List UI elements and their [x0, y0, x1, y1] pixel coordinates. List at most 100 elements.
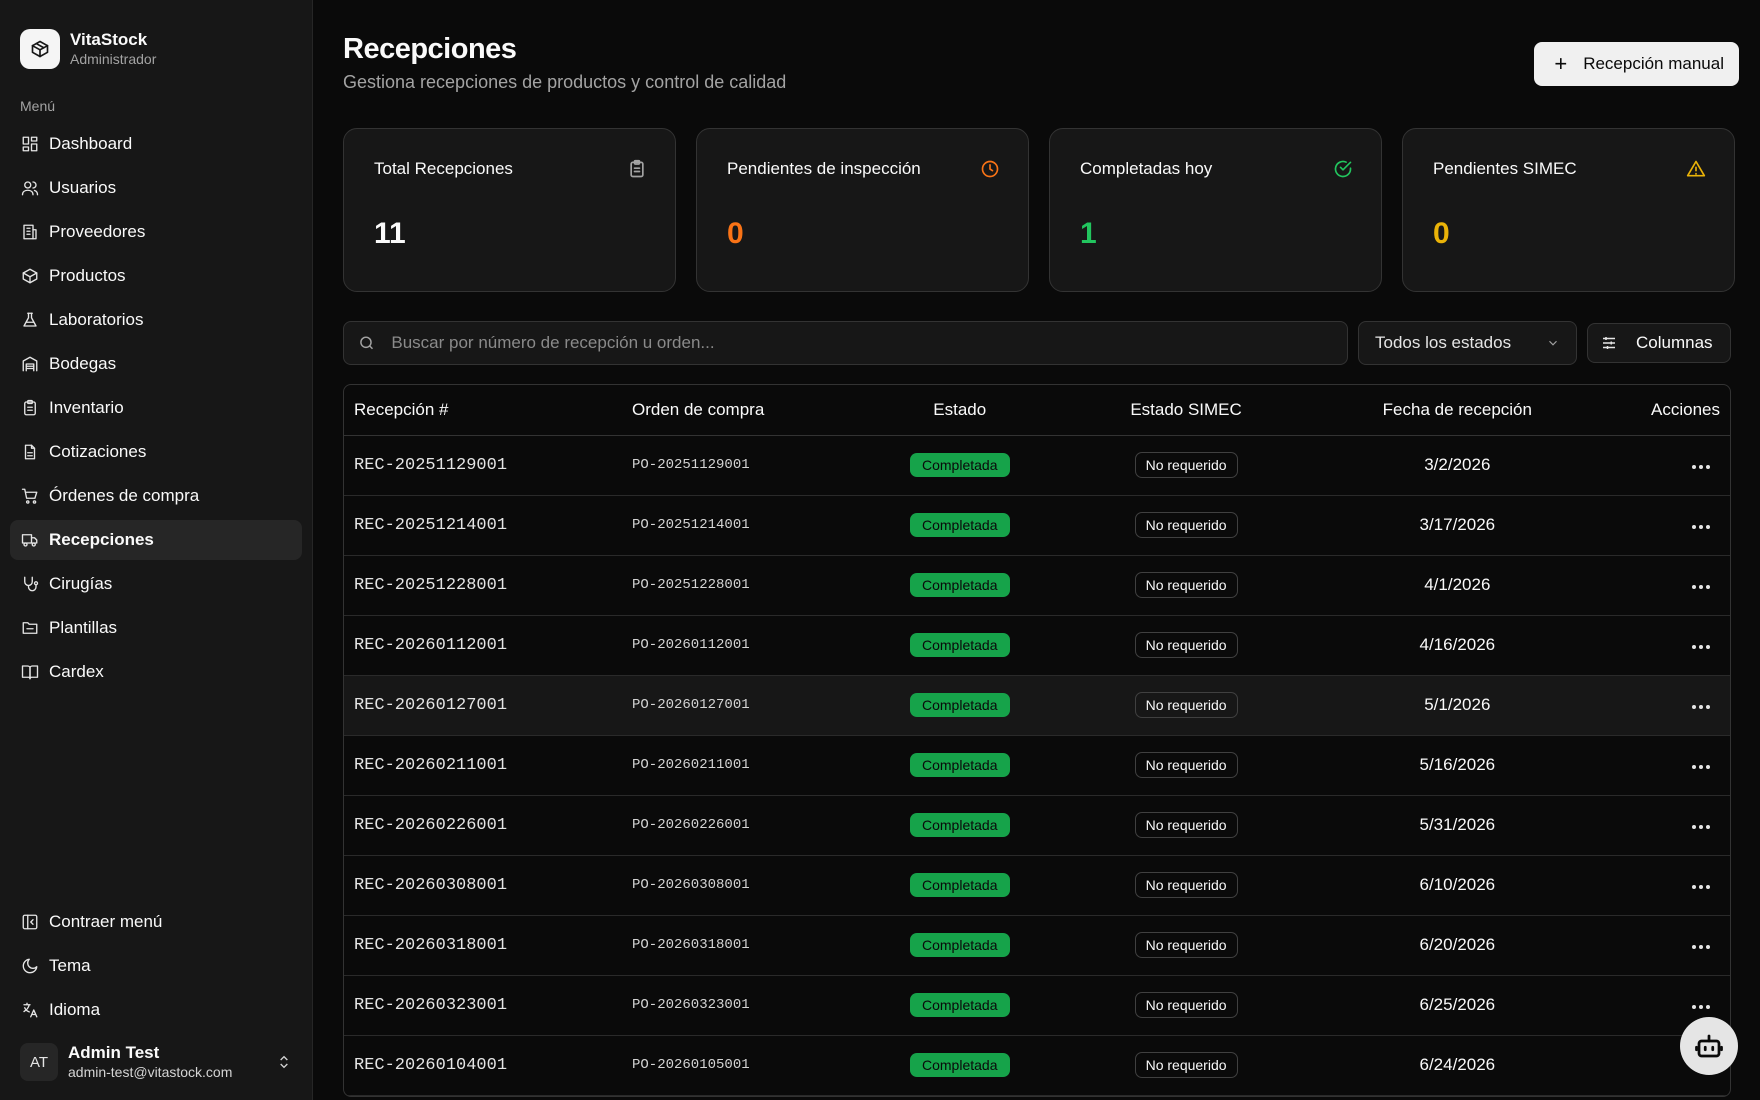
more-actions-icon[interactable]: [1692, 585, 1710, 589]
user-menu[interactable]: AT Admin Test admin-test@vitastock.com: [10, 1034, 302, 1090]
sidebar-item-proveedores[interactable]: Proveedores: [10, 212, 302, 252]
simec-status-badge: No requerido: [1134, 992, 1238, 1018]
table-row[interactable]: REC-20260112001 PO-20260112001 Completada N…: [344, 615, 1730, 676]
sidebar-item-label: Órdenes de compra: [49, 486, 200, 505]
reception-date: 5/1/2026: [1304, 675, 1610, 736]
stat-value: 0: [727, 217, 744, 250]
sidebar-item-label: Proveedores: [49, 222, 146, 241]
sidebar: VitaStock Administrador Menú Dashboard U…: [0, 0, 313, 1100]
table-row[interactable]: REC-20260104001 PO-20260105001 Completada N…: [344, 1035, 1730, 1096]
package-icon: [20, 266, 40, 286]
purchase-order-number: PO-20251129001: [622, 435, 852, 496]
reception-number: REC-20260308001: [344, 855, 622, 916]
stats-cards: Total Recepciones 11 Pendientes de inspe…: [343, 128, 1739, 292]
stat-card-pending-inspection: Pendientes de inspección 0: [696, 128, 1029, 292]
manual-reception-button[interactable]: + Recepción manual: [1534, 42, 1739, 86]
theme-button[interactable]: Tema: [10, 946, 302, 986]
sidebar-item-productos[interactable]: Productos: [10, 256, 302, 296]
stat-card-completed-today: Completadas hoy 1: [1049, 128, 1382, 292]
purchase-order-number: PO-20260105001: [622, 1035, 852, 1096]
table-row[interactable]: REC-20251228001 PO-20251228001 Completada N…: [344, 555, 1730, 616]
stat-title: Total Recepciones: [374, 159, 513, 178]
search-icon: [360, 336, 374, 350]
chevron-down-icon: [1549, 340, 1557, 346]
sidebar-item-plantillas[interactable]: Plantillas: [10, 608, 302, 648]
reception-number: REC-20260211001: [344, 735, 622, 796]
search-input[interactable]: [391, 333, 1333, 353]
table-row[interactable]: REC-20260226001 PO-20260226001 Completada N…: [344, 795, 1730, 856]
simec-status-badge: No requerido: [1134, 1052, 1238, 1078]
more-actions-icon[interactable]: [1692, 765, 1710, 769]
sidebar-item-label: Cirugías: [49, 574, 113, 593]
stat-card-pending-simec: Pendientes SIMEC 0: [1402, 128, 1735, 292]
more-actions-icon[interactable]: [1692, 825, 1710, 829]
sidebar-item-cotizaciones[interactable]: Cotizaciones: [10, 432, 302, 472]
status-filter-select[interactable]: Todos los estados: [1358, 321, 1577, 365]
col-header-date[interactable]: Fecha de recepción: [1304, 385, 1610, 436]
columns-button[interactable]: Columnas: [1587, 323, 1731, 363]
col-header-po[interactable]: Orden de compra: [622, 385, 852, 436]
language-button[interactable]: Idioma: [10, 990, 302, 1030]
sidebar-item-label: Bodegas: [49, 354, 117, 373]
logo-icon: [20, 28, 60, 69]
users-icon: [20, 178, 40, 198]
sidebar-nav: Dashboard Usuarios Proveedores Productos…: [0, 124, 312, 696]
status-badge: Completada: [910, 753, 1010, 777]
status-badge: Completada: [910, 993, 1010, 1017]
warning-icon: [1686, 159, 1706, 179]
more-actions-icon[interactable]: [1692, 1005, 1710, 1009]
sidebar-item-label: Plantillas: [49, 618, 118, 637]
simec-status-badge: No requerido: [1134, 632, 1238, 658]
assistant-bot-button[interactable]: [1680, 1017, 1738, 1075]
reception-number: REC-20260112001: [344, 615, 622, 676]
reception-date: 6/10/2026: [1304, 855, 1610, 916]
col-header-actions: Acciones: [1610, 385, 1730, 436]
collapse-menu-button[interactable]: Contraer menú: [10, 902, 302, 942]
reception-date: 6/24/2026: [1304, 1035, 1610, 1096]
reception-number: REC-20260318001: [344, 915, 622, 976]
more-actions-icon[interactable]: [1692, 645, 1710, 649]
clipboard-icon: [20, 398, 40, 418]
sidebar-item-bodegas[interactable]: Bodegas: [10, 344, 302, 384]
clock-icon: [980, 159, 1000, 179]
col-header-status[interactable]: Estado: [852, 385, 1068, 436]
file-icon: [20, 442, 40, 462]
sidebar-item-recepciones[interactable]: Recepciones: [10, 520, 302, 560]
page-subtitle: Gestiona recepciones de productos y cont…: [343, 72, 787, 92]
reception-number: REC-20260104001: [344, 1035, 622, 1096]
col-header-reception[interactable]: Recepción #: [344, 385, 622, 436]
table-row[interactable]: REC-20260127001 PO-20260127001 Completada N…: [344, 675, 1730, 736]
book-icon: [20, 662, 40, 682]
more-actions-icon[interactable]: [1692, 885, 1710, 889]
sidebar-item-inventario[interactable]: Inventario: [10, 388, 302, 428]
purchase-order-number: PO-20251228001: [622, 555, 852, 616]
sidebar-item-cardex[interactable]: Cardex: [10, 652, 302, 692]
sidebar-item-ordenes[interactable]: Órdenes de compra: [10, 476, 302, 516]
chevrons-up-down-icon: [276, 1054, 292, 1070]
table-row[interactable]: REC-20260318001 PO-20260318001 Completada N…: [344, 915, 1730, 976]
col-header-simec[interactable]: Estado SIMEC: [1067, 385, 1305, 436]
search-box[interactable]: [343, 321, 1348, 365]
table-row[interactable]: REC-20251129001 PO-20251129001 Completada N…: [344, 435, 1730, 496]
more-actions-icon[interactable]: [1692, 945, 1710, 949]
table-row[interactable]: REC-20251214001 PO-20251214001 Completada N…: [344, 495, 1730, 556]
more-actions-icon[interactable]: [1692, 465, 1710, 469]
moon-icon: [20, 956, 40, 976]
brand[interactable]: VitaStock Administrador: [0, 0, 312, 78]
table-row[interactable]: REC-20260211001 PO-20260211001 Completada N…: [344, 735, 1730, 796]
sidebar-item-cirugias[interactable]: Cirugías: [10, 564, 302, 604]
table-row[interactable]: REC-20260323001 PO-20260323001 Completada N…: [344, 975, 1730, 1036]
sidebar-item-label: Dashboard: [49, 134, 133, 153]
sidebar-item-laboratorios[interactable]: Laboratorios: [10, 300, 302, 340]
simec-status-badge: No requerido: [1134, 512, 1238, 538]
cart-icon: [20, 486, 40, 506]
sidebar-item-dashboard[interactable]: Dashboard: [10, 124, 302, 164]
table-row[interactable]: REC-20260308001 PO-20260308001 Completada N…: [344, 855, 1730, 916]
more-actions-icon[interactable]: [1692, 525, 1710, 529]
sidebar-item-usuarios[interactable]: Usuarios: [10, 168, 302, 208]
menu-label: Menú: [20, 98, 56, 114]
more-actions-icon[interactable]: [1692, 705, 1710, 709]
status-badge: Completada: [910, 693, 1010, 717]
simec-status-badge: No requerido: [1134, 872, 1238, 898]
table-header-row: Recepción # Orden de compra Estado Estad…: [344, 385, 1730, 436]
